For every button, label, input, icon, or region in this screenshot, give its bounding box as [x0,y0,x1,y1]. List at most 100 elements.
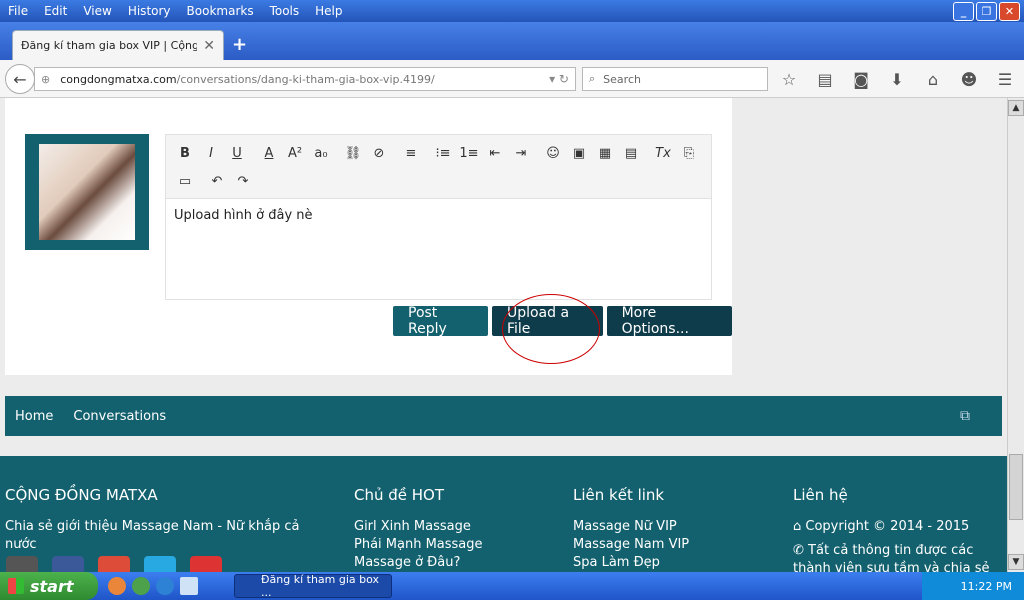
phone-icon: ✆ [793,543,809,558]
bold-icon[interactable]: B [172,146,198,161]
social-icon[interactable] [6,556,38,572]
new-tab-icon[interactable]: + [232,34,247,55]
menu-help[interactable]: Help [307,4,350,18]
search-input[interactable]: ⌕ Search [582,67,768,91]
copyright-text: Copyright © 2014 - 2015 [805,519,970,534]
bookmark-star-icon[interactable]: ☆ [778,68,800,90]
nav-conversations-link[interactable]: Conversations [73,409,166,424]
scroll-thumb[interactable] [1009,454,1023,520]
google-plus-icon[interactable] [98,556,130,572]
post-reply-button[interactable]: Post Reply [393,305,488,337]
message-textarea[interactable]: Upload hình ở đây nè [166,199,711,232]
footer-links: Liên kết link Massage Nữ VIP Massage Nam… [573,486,773,572]
indent-icon[interactable]: ⇥ [508,146,534,161]
page-content: B I U A A² a₀ ⛓ ⊘ ≡ ⁝≡ 1≡ ⇤ ⇥ ☺ ▣ ▦ ▤ Tx… [0,98,1007,572]
app-icon[interactable] [180,577,198,595]
footer-link[interactable]: Massage Nam VIP [573,536,773,554]
search-icon: ⌕ [589,72,596,85]
footer-contact: Liên hệ ⌂ Copyright © 2014 - 2015 ✆ Tất … [793,486,1005,572]
remove-format-icon[interactable]: Tx [650,146,676,161]
facebook-icon[interactable] [52,556,84,572]
redo-icon[interactable]: ↷ [230,174,256,189]
undo-icon[interactable]: ↶ [204,174,230,189]
quick-launch [108,577,198,595]
restore-button[interactable]: ❐ [976,2,997,21]
taskbar-window-item[interactable]: Đăng kí tham gia box ... [234,573,392,599]
twitter-icon[interactable] [144,556,176,572]
footer-hot-link[interactable]: Massage ở Đâu? [354,554,554,572]
ie-icon[interactable] [156,577,174,595]
reading-list-icon[interactable]: ▤ [814,68,836,90]
tab-title: Đăng kí tham gia box VIP | Cộng đ... [21,39,198,52]
system-tray: 11:22 PM [922,572,1024,600]
chrome-icon[interactable] [132,577,150,595]
font-size-icon[interactable]: A² [282,146,308,161]
toggle-bbcode-icon[interactable]: ⎘ [676,146,702,161]
footer-hot-link[interactable]: Phái Mạnh Massage [354,536,554,554]
tab-strip: Đăng kí tham gia box VIP | Cộng đ... ✕ [0,22,1024,60]
url-host: congdongmatxa.com [60,72,177,86]
link-icon[interactable]: ⛓ [340,146,366,161]
menu-view[interactable]: View [75,4,119,18]
menu-hamburger-icon[interactable]: ☰ [994,68,1016,90]
menu-edit[interactable]: Edit [36,4,75,18]
breadcrumb-bar: Home Conversations ⧉ [5,396,1002,436]
downloads-icon[interactable]: ⬇ [886,68,908,90]
editor-toolbar: B I U A A² a₀ ⛓ ⊘ ≡ ⁝≡ 1≡ ⇤ ⇥ ☺ ▣ ▦ ▤ Tx… [166,135,711,199]
smilie-icon[interactable]: ☺ [540,146,566,161]
scroll-up-icon[interactable]: ▲ [1008,100,1024,116]
underline-icon[interactable]: U [224,146,250,161]
footer-contact-heading: Liên hệ [793,486,848,504]
outdent-icon[interactable]: ⇤ [482,146,508,161]
align-icon[interactable]: ≡ [398,146,424,161]
firefox-icon[interactable] [108,577,126,595]
page-scrollbar[interactable]: ▲ ▼ [1007,98,1024,572]
menu-tools[interactable]: Tools [262,4,308,18]
close-window-button[interactable]: ✕ [999,2,1020,21]
url-path: /conversations/dang-ki-tham-gia-box-vip.… [176,72,435,86]
italic-icon[interactable]: I [198,146,224,161]
clock: 11:22 PM [960,579,1012,593]
footer-hot-topics: Chủ đề HOT Girl Xinh Massage Phái Mạnh M… [354,486,554,572]
site-info-icon[interactable]: ⊕ [41,73,50,86]
youtube-icon[interactable] [190,556,222,572]
nav-home-link[interactable]: Home [15,409,53,424]
info-text: Tất cả thông tin được các thành viên sưu… [793,543,990,572]
menu-history[interactable]: History [120,4,179,18]
home-icon[interactable]: ⌂ [922,68,944,90]
emoji-icon[interactable]: ☻ [958,68,980,90]
media-icon[interactable]: ▦ [592,146,618,161]
footer-copyright: ⌂ Copyright © 2014 - 2015 [793,518,1005,536]
avatar-frame [25,134,149,250]
numbered-list-icon[interactable]: 1≡ [456,146,482,161]
scroll-down-icon[interactable]: ▼ [1008,554,1024,570]
avatar[interactable] [39,144,135,240]
font-color-icon[interactable]: A [256,146,282,161]
site-footer: CỘNG ĐỒNG MATXA Chia sẻ giới thiệu Massa… [0,456,1007,572]
browser-tab[interactable]: Đăng kí tham gia box VIP | Cộng đ... ✕ [12,30,224,60]
navigation-bar: ⊕ congdongmatxa.com /conversations/dang-… [0,60,1024,98]
reload-icon[interactable]: ▾ ↻ [549,72,569,86]
save-draft-icon[interactable]: ▭ [172,174,198,189]
pocket-icon[interactable]: ◙ [850,68,872,90]
image-icon[interactable]: ▣ [566,146,592,161]
window-toggle-icon[interactable]: ⧉ [960,408,970,424]
windows-taskbar: start Đăng kí tham gia box ... 11:22 PM [0,572,1024,600]
insert-icon[interactable]: ▤ [618,146,644,161]
footer-link[interactable]: Spa Làm Đẹp [573,554,773,572]
back-button[interactable]: ← [5,64,35,94]
font-family-icon[interactable]: a₀ [308,146,334,161]
bullet-list-icon[interactable]: ⁝≡ [430,146,456,161]
home-icon: ⌂ [793,519,806,534]
footer-links-heading: Liên kết link [573,486,665,504]
menu-file[interactable]: File [0,4,36,18]
start-button[interactable]: start [0,572,98,600]
footer-link[interactable]: Massage Nữ VIP [573,518,773,536]
menu-bookmarks[interactable]: Bookmarks [179,4,262,18]
url-bar[interactable]: ⊕ congdongmatxa.com /conversations/dang-… [34,67,576,91]
footer-hot-link[interactable]: Girl Xinh Massage [354,518,554,536]
more-options-button[interactable]: More Options... [606,305,732,337]
close-tab-icon[interactable]: ✕ [203,38,215,54]
minimize-button[interactable]: _ [953,2,974,21]
unlink-icon[interactable]: ⊘ [366,146,392,161]
